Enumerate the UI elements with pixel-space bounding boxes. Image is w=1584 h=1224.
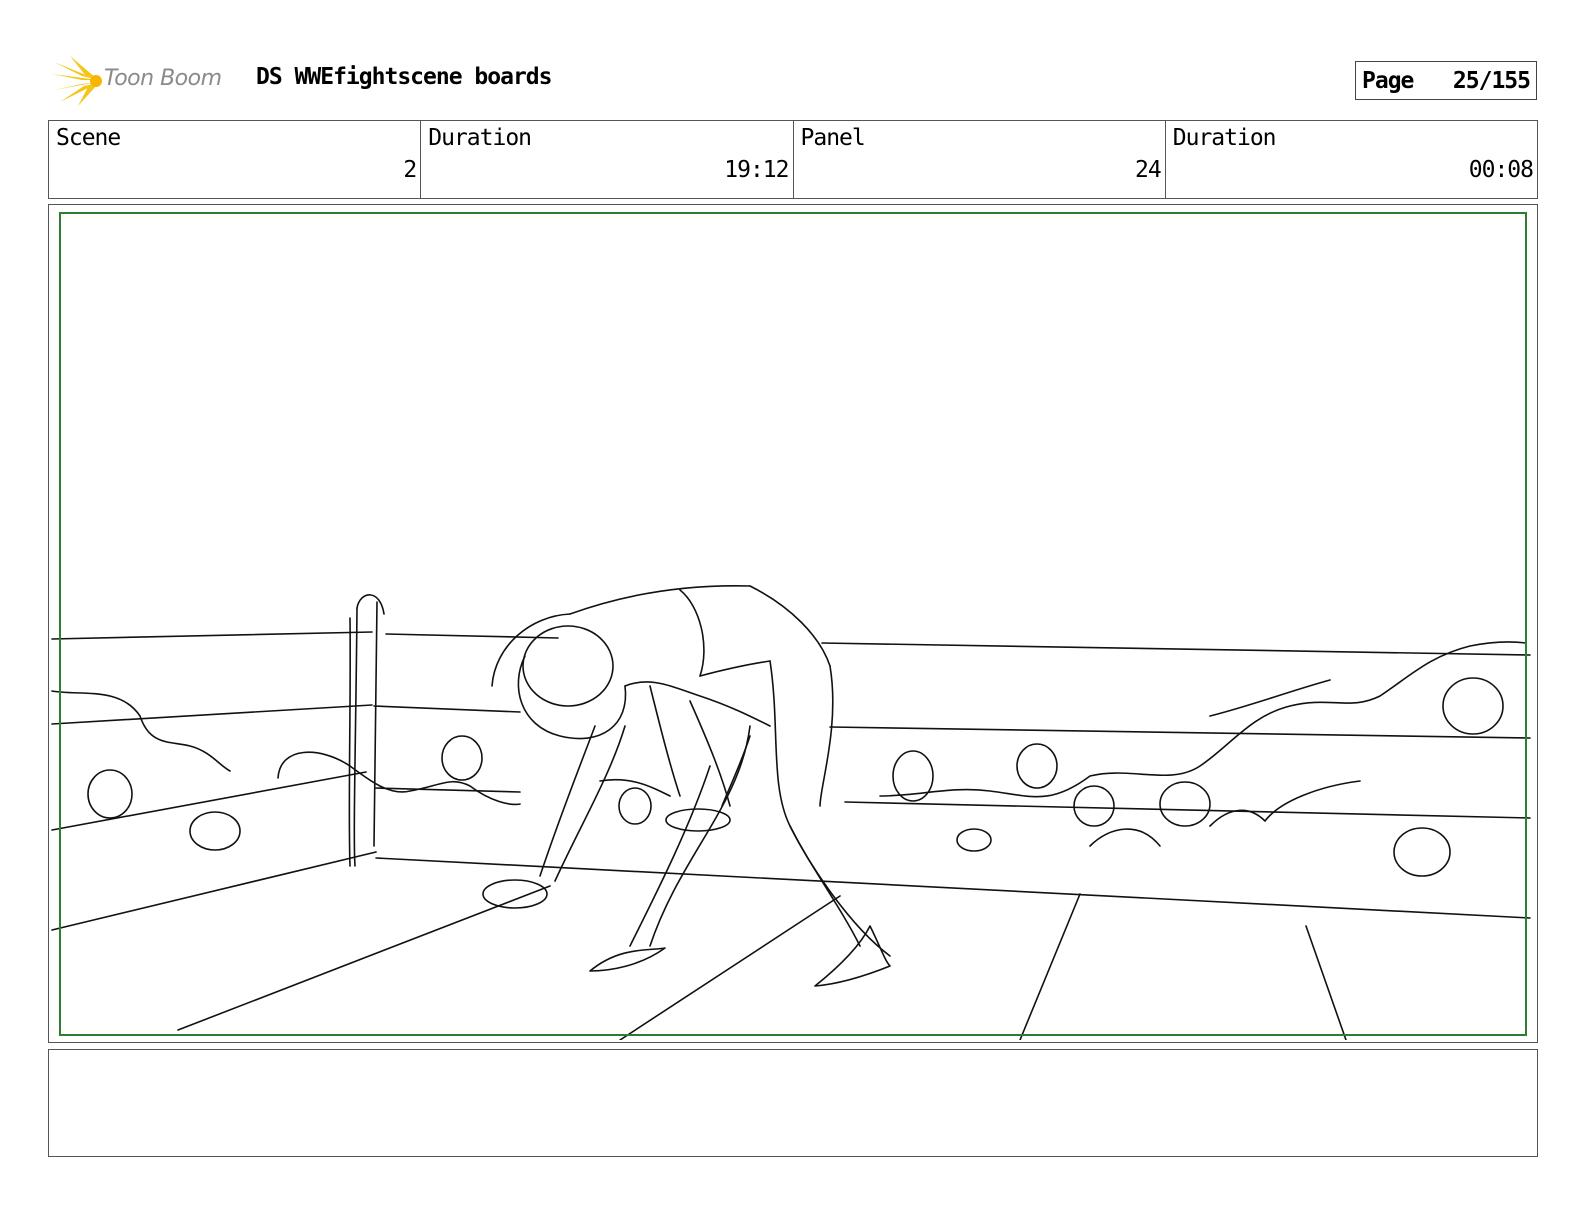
scene-label: Scene [56,125,121,151]
panel-duration-label: Duration [1172,125,1277,151]
scene-duration-label: Duration [428,125,532,151]
panel-duration-cell: Duration 00:08 [1166,121,1537,198]
panel-cell: Panel 24 [794,121,1166,198]
page-label: Page [1362,67,1414,94]
scene-duration-value: 19:12 [724,157,789,183]
safe-area-frame [59,212,1527,1036]
brand-name: Toon Boom [104,66,222,91]
panel-notes-box [48,1049,1538,1157]
panel-label: Panel [800,125,866,151]
scene-cell: Scene 2 [49,121,422,198]
scene-duration-cell: Duration 19:12 [421,121,794,198]
panel-info-table: Scene 2 Duration 19:12 Panel 24 Duration… [48,120,1538,199]
document-title: DS WWEfightscene boards [256,64,552,90]
panel-duration-value: 00:08 [1468,157,1534,183]
starburst-icon [52,56,102,106]
page-number: 25/155 [1452,67,1531,94]
panel-value: 24 [1135,157,1162,183]
page-indicator: Page 25/155 [1355,61,1537,100]
scene-value: 2 [403,157,417,183]
